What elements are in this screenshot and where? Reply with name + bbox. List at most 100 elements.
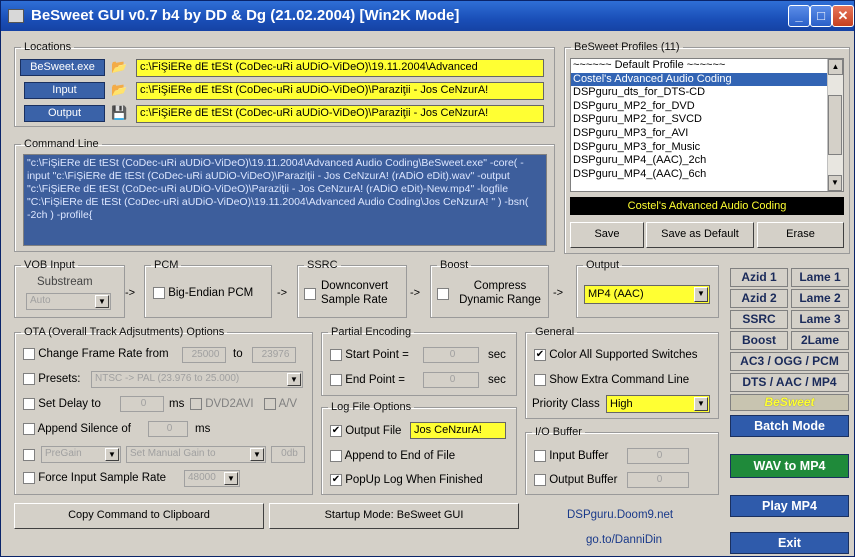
force-rate-select[interactable]: 48000 ▼ [184, 470, 240, 487]
besweet-button[interactable]: BeSweet [730, 394, 849, 411]
scroll-thumb[interactable] [828, 95, 842, 155]
chevron-down-icon[interactable]: ▼ [95, 295, 109, 308]
2lame-button[interactable]: 2Lame [791, 331, 849, 350]
chevron-down-icon[interactable]: ▼ [287, 373, 301, 386]
big-endian-option[interactable]: Big-Endian PCM [153, 287, 253, 299]
output-file-option[interactable]: ✔ Output File [330, 425, 401, 437]
downconvert-checkbox[interactable] [304, 288, 316, 300]
end-point-checkbox[interactable] [330, 374, 342, 386]
profile-item[interactable]: DSPguru_MP2_for_SVCD [571, 113, 843, 127]
popup-log-checkbox[interactable]: ✔ [330, 474, 342, 486]
delay-input[interactable]: 0 [120, 396, 164, 412]
lame2-button[interactable]: Lame 2 [791, 289, 849, 308]
force-rate-checkbox[interactable] [23, 472, 35, 484]
profile-item[interactable]: DSPguru_MP4_(AAC)_2ch [571, 154, 843, 168]
big-endian-checkbox[interactable] [153, 287, 165, 299]
output-buffer-option[interactable]: Output Buffer [534, 474, 617, 486]
priority-select[interactable]: High ▼ [606, 395, 710, 413]
av-option[interactable]: A/V [264, 398, 297, 410]
profile-item[interactable]: ~~~~~~ Default Profile ~~~~~~ [571, 59, 843, 73]
force-rate-option[interactable]: Force Input Sample Rate [23, 472, 166, 484]
chevron-down-icon[interactable]: ▼ [694, 397, 708, 411]
output-file-checkbox[interactable]: ✔ [330, 425, 342, 437]
end-point-option[interactable]: End Point = [330, 374, 405, 386]
chevron-down-icon[interactable]: ▼ [224, 472, 238, 485]
presets-checkbox[interactable] [23, 373, 35, 385]
profiles-list[interactable]: ~~~~~~ Default Profile ~~~~~~ Costel's A… [570, 58, 844, 192]
dts-aac-mp4-button[interactable]: DTS / AAC / MP4 [730, 373, 849, 392]
input-buffer-input[interactable]: 0 [627, 448, 689, 464]
besweet-exe-button[interactable]: BeSweet.exe [20, 59, 105, 76]
input-button[interactable]: Input [24, 82, 105, 99]
color-switches-option[interactable]: ✔ Color All Supported Switches [534, 349, 698, 361]
command-line-text[interactable]: "c:\FiŞiERe dE tESt (CoDec-uRi aUDiO-ViD… [23, 154, 547, 246]
output-path[interactable]: c:\FiŞiERe dE tESt (CoDec-uRi aUDiO-ViDe… [136, 105, 544, 123]
maximize-button[interactable]: □ [810, 5, 832, 27]
batch-mode-button[interactable]: Batch Mode [730, 415, 849, 437]
minimize-button[interactable]: _ [788, 5, 810, 27]
lame3-button[interactable]: Lame 3 [791, 310, 849, 329]
input-path[interactable]: c:\FiŞiERe dE tESt (CoDec-uRi aUDiO-ViDe… [136, 82, 544, 100]
pregain-select[interactable]: PreGain ▼ [41, 446, 121, 463]
input-buffer-option[interactable]: Input Buffer [534, 450, 608, 462]
copy-command-button[interactable]: Copy Command to Clipboard [14, 503, 264, 529]
change-rate-checkbox[interactable] [23, 348, 35, 360]
delay-checkbox[interactable] [23, 398, 35, 410]
output-buffer-input[interactable]: 0 [627, 472, 689, 488]
play-mp4-button[interactable]: Play MP4 [730, 495, 849, 517]
presets-select[interactable]: NTSC -> PAL (23.976 to 25.000) ▼ [91, 371, 303, 388]
dvd2avi-checkbox[interactable] [190, 398, 202, 410]
rate-from-input[interactable]: 25000 [182, 347, 226, 363]
append-log-option[interactable]: Append to End of File [330, 450, 455, 462]
start-point-option[interactable]: Start Point = [330, 349, 409, 361]
start-point-checkbox[interactable] [330, 349, 342, 361]
profile-item[interactable]: DSPguru_MP3_for_Music [571, 141, 843, 155]
profile-item-selected[interactable]: Costel's Advanced Audio Coding [571, 72, 843, 87]
append-log-checkbox[interactable] [330, 450, 342, 462]
profile-item[interactable]: DSPguru_MP3_for_AVI [571, 127, 843, 141]
delay-option[interactable]: Set Delay to [23, 398, 101, 410]
exit-button[interactable]: Exit [730, 532, 849, 554]
extra-command-checkbox[interactable] [534, 374, 546, 386]
ssrc-button[interactable]: SSRC [730, 310, 788, 329]
profile-item[interactable]: DSPguru_MP2_for_DVD [571, 100, 843, 114]
change-rate-option[interactable]: Change Frame Rate from [23, 348, 169, 360]
scroll-down-icon[interactable]: ▼ [828, 175, 842, 191]
end-point-input[interactable]: 0 [423, 372, 479, 388]
av-checkbox[interactable] [264, 398, 276, 410]
save-as-default-button[interactable]: Save as Default [646, 222, 754, 248]
save-profile-button[interactable]: Save [570, 222, 644, 248]
wav-to-mp4-button[interactable]: WAV to MP4 [730, 454, 849, 478]
title-bar[interactable]: BeSweet GUI v0.7 b4 by DD & Dg (21.02.20… [1, 1, 854, 31]
boost-button[interactable]: Boost [730, 331, 788, 350]
azid1-button[interactable]: Azid 1 [730, 268, 788, 287]
startup-mode-button[interactable]: Startup Mode: BeSweet GUI [269, 503, 519, 529]
folder-open-icon[interactable]: 📂 [111, 82, 129, 98]
erase-profile-button[interactable]: Erase [757, 222, 844, 248]
chevron-down-icon[interactable]: ▼ [105, 448, 119, 461]
gain-select[interactable]: Set Manual Gain to ▼ [126, 446, 266, 463]
chevron-down-icon[interactable]: ▼ [250, 448, 264, 461]
compress-checkbox[interactable] [437, 288, 449, 300]
scroll-up-icon[interactable]: ▲ [828, 59, 843, 75]
substream-select[interactable]: Auto ▼ [26, 293, 111, 310]
start-point-input[interactable]: 0 [423, 347, 479, 363]
append-silence-checkbox[interactable] [23, 423, 35, 435]
azid2-button[interactable]: Azid 2 [730, 289, 788, 308]
gain-db-input[interactable]: 0db [271, 446, 305, 463]
output-button[interactable]: Output [24, 105, 105, 122]
rate-to-input[interactable]: 23976 [252, 347, 296, 363]
log-filename-input[interactable]: Jos CeNzurA! [410, 422, 506, 439]
lame1-button[interactable]: Lame 1 [791, 268, 849, 287]
save-disk-icon[interactable]: 💾 [111, 105, 129, 121]
profile-item[interactable]: DSPguru_MP4_(AAC)_6ch [571, 168, 843, 182]
dannidin-link[interactable]: go.to/DanniDin [586, 534, 662, 546]
profile-item[interactable]: DSPguru_dts_for_DTS-CD [571, 86, 843, 100]
besweet-exe-path[interactable]: c:\FiŞiERe dE tESt (CoDec-uRi aUDiO-ViDe… [136, 59, 544, 77]
popup-log-option[interactable]: ✔ PopUp Log When Finished [330, 474, 483, 486]
color-switches-checkbox[interactable]: ✔ [534, 349, 546, 361]
pregain-checkbox[interactable] [23, 449, 35, 461]
input-buffer-checkbox[interactable] [534, 450, 546, 462]
close-button[interactable]: ✕ [832, 5, 854, 27]
extra-command-option[interactable]: Show Extra Command Line [534, 374, 689, 386]
